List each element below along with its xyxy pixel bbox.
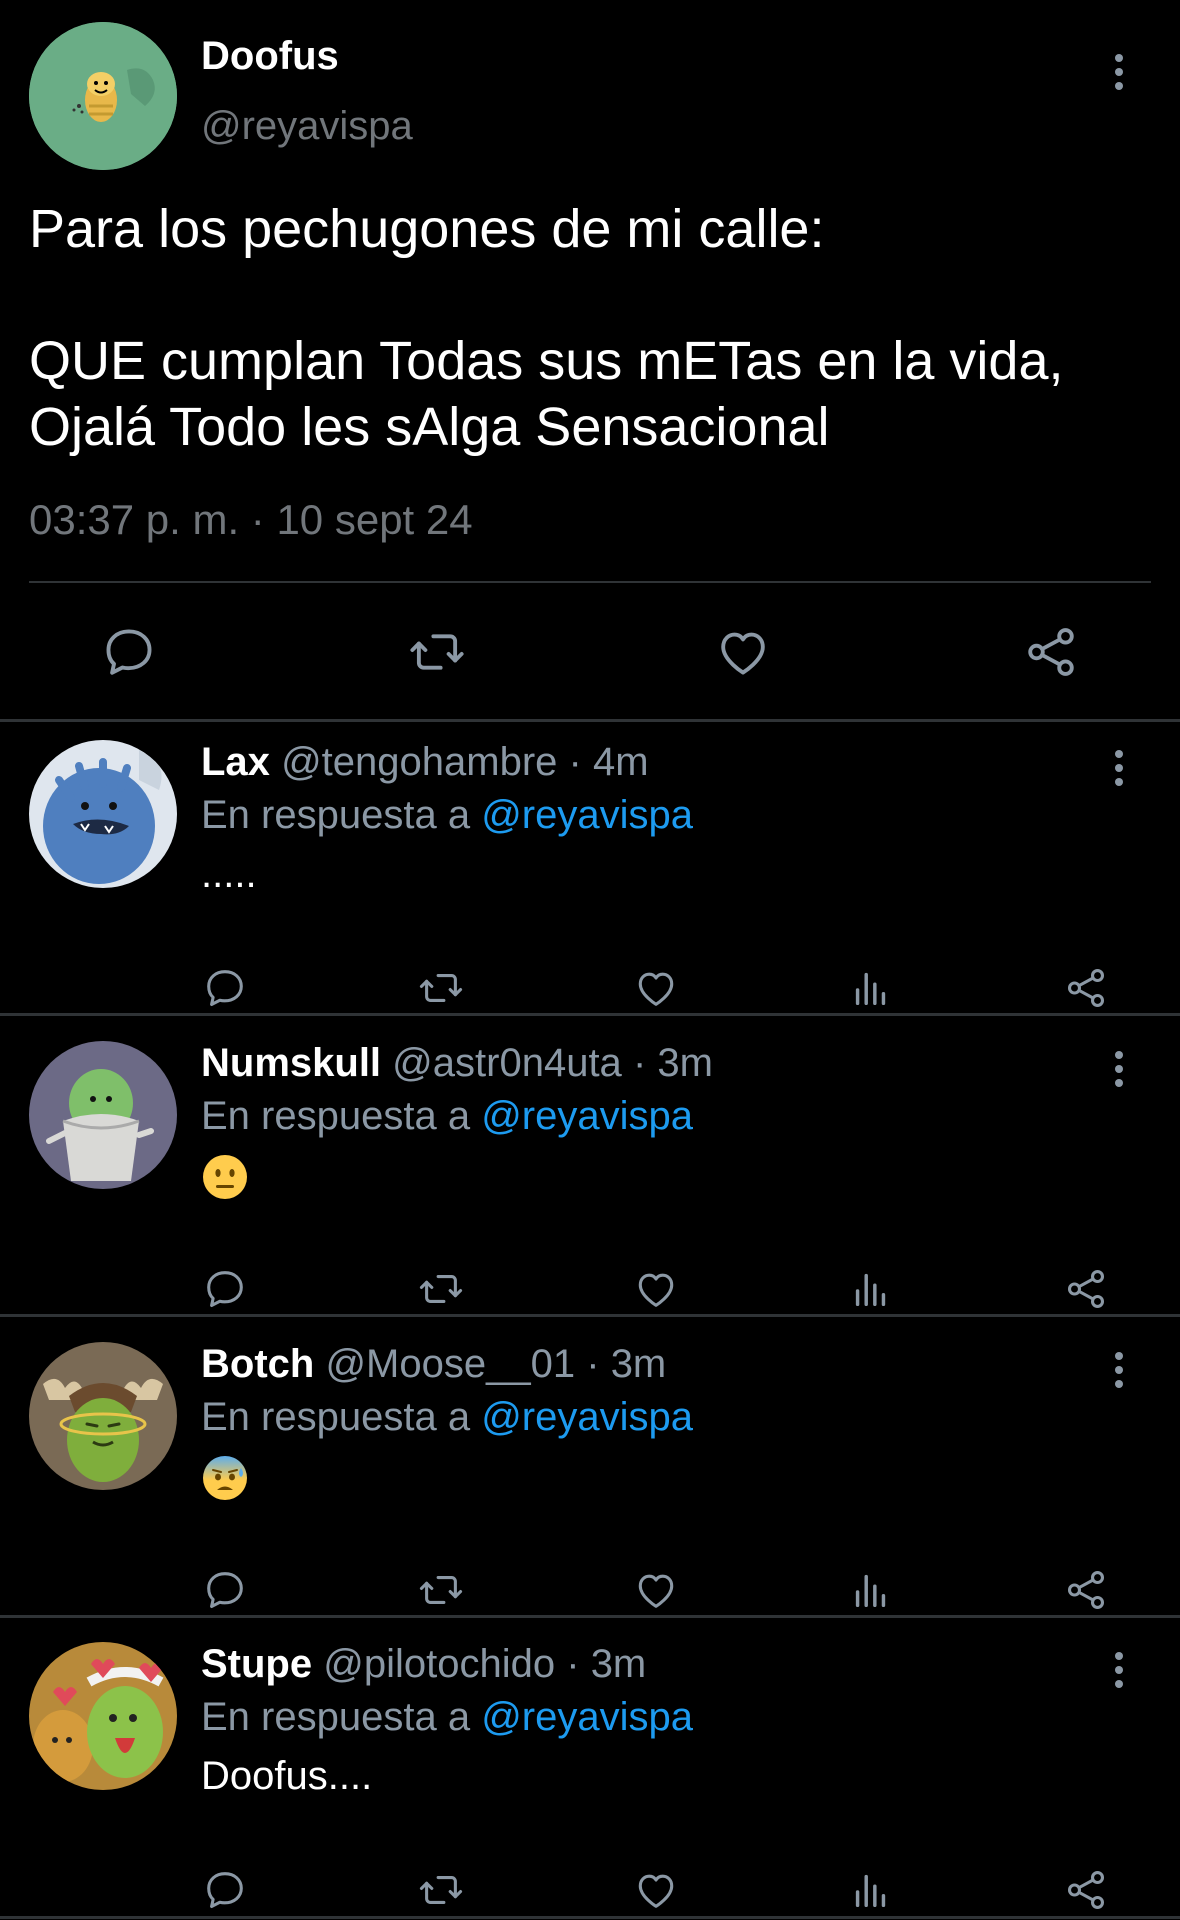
reply-context: En respuesta a @reyavispa: [201, 1094, 693, 1139]
reply-mention-link[interactable]: @reyavispa: [481, 1395, 693, 1439]
avatar-illustration-icon: [29, 1041, 177, 1189]
reply-prefix: En respuesta a: [201, 1695, 471, 1739]
more-options-icon[interactable]: [1107, 1646, 1131, 1694]
separator: [0, 1314, 1180, 1317]
anxious-face-with-sweat-icon: [203, 1456, 247, 1501]
share-icon[interactable]: [1011, 612, 1091, 692]
tweet-action-bar: [0, 612, 1180, 692]
reply-avatar[interactable]: [29, 1642, 177, 1790]
reply-text: Doofus....: [201, 1754, 373, 1798]
separator-dot: ·: [568, 740, 582, 784]
reply-time[interactable]: 3m: [657, 1041, 713, 1085]
tweet-timestamp[interactable]: 03:37 p. m. · 10 sept 24: [29, 496, 473, 544]
reply-emoji: [201, 1454, 249, 1502]
separator: [0, 1916, 1180, 1919]
reply-action-bar: [0, 1862, 1180, 1918]
reply-mention-link[interactable]: @reyavispa: [481, 1094, 693, 1138]
like-icon[interactable]: [703, 612, 783, 692]
reply-context: En respuesta a @reyavispa: [201, 1695, 693, 1740]
reply-icon[interactable]: [197, 1261, 253, 1317]
reply-avatar[interactable]: [29, 1041, 177, 1189]
reply-time[interactable]: 4m: [593, 740, 649, 784]
reply-text: .....: [201, 852, 257, 896]
reply-author-name[interactable]: Botch: [201, 1342, 314, 1386]
reply-tweet[interactable]: Numskull @astr0n4uta · 3m En respuesta a…: [0, 1023, 1180, 1321]
separator: [0, 1615, 1180, 1618]
separator: [0, 1013, 1180, 1016]
reply-time[interactable]: 3m: [611, 1342, 667, 1386]
reply-icon[interactable]: [197, 1862, 253, 1918]
neutral-face-icon: [203, 1155, 247, 1200]
share-icon[interactable]: [1058, 1862, 1114, 1918]
retweet-icon[interactable]: [413, 1562, 469, 1618]
tweet-text: Para los pechugones de mi calle: QUE cum…: [29, 196, 1149, 460]
views-icon[interactable]: [843, 1562, 899, 1618]
separator-dot: ·: [632, 1041, 647, 1085]
like-icon[interactable]: [628, 1562, 684, 1618]
reply-context: En respuesta a @reyavispa: [201, 1395, 693, 1440]
reply-mention-link[interactable]: @reyavispa: [481, 793, 693, 837]
reply-prefix: En respuesta a: [201, 1395, 471, 1439]
separator-dot: ·: [566, 1642, 580, 1686]
reply-author-name[interactable]: Lax: [201, 740, 270, 784]
reply-avatar[interactable]: [29, 1342, 177, 1490]
reply-context: En respuesta a @reyavispa: [201, 793, 693, 838]
reply-header: Lax @tengohambre · 4m: [201, 740, 649, 785]
author-name[interactable]: Doofus: [201, 34, 339, 79]
reply-prefix: En respuesta a: [201, 793, 471, 837]
more-options-icon[interactable]: [1107, 1346, 1131, 1394]
views-icon[interactable]: [843, 1862, 899, 1918]
reply-header: Botch @Moose__01 · 3m: [201, 1342, 666, 1387]
reply-action-bar: [0, 960, 1180, 1016]
like-icon[interactable]: [628, 1862, 684, 1918]
tweet-text-line: QUE cumplan Todas sus mETas en la vida, …: [29, 331, 1064, 457]
reply-prefix: En respuesta a: [201, 1094, 471, 1138]
reply-tweet[interactable]: Botch @Moose__01 · 3m En respuesta a @re…: [0, 1324, 1180, 1622]
more-options-icon[interactable]: [1107, 744, 1131, 792]
avatar-illustration-icon: [29, 1342, 177, 1490]
reply-time[interactable]: 3m: [591, 1642, 647, 1686]
reply-mention-link[interactable]: @reyavispa: [481, 1695, 693, 1739]
reply-action-bar: [0, 1562, 1180, 1618]
reply-avatar[interactable]: [29, 740, 177, 888]
divider: [29, 581, 1151, 583]
reply-emoji: [201, 1153, 249, 1201]
views-icon[interactable]: [843, 1261, 899, 1317]
reply-author-handle[interactable]: @astr0n4uta: [392, 1041, 622, 1085]
separator-dot: ·: [586, 1342, 600, 1386]
reply-header: Numskull @astr0n4uta · 3m: [201, 1041, 713, 1086]
reply-tweet[interactable]: Stupe @pilotochido · 3m En respuesta a @…: [0, 1624, 1180, 1920]
share-icon[interactable]: [1058, 1261, 1114, 1317]
reply-icon[interactable]: [197, 1562, 253, 1618]
like-icon[interactable]: [628, 1261, 684, 1317]
avatar-illustration-icon: [29, 1642, 177, 1790]
like-icon[interactable]: [628, 960, 684, 1016]
author-handle[interactable]: @reyavispa: [201, 104, 413, 149]
reply-author-name[interactable]: Numskull: [201, 1041, 381, 1085]
share-icon[interactable]: [1058, 960, 1114, 1016]
retweet-icon[interactable]: [413, 1862, 469, 1918]
reply-author-handle[interactable]: @Moose__01: [325, 1342, 575, 1386]
retweet-icon[interactable]: [413, 960, 469, 1016]
reply-author-handle[interactable]: @tengohambre: [281, 740, 557, 784]
more-options-icon[interactable]: [1107, 48, 1131, 96]
tweet-text-line: Para los pechugones de mi calle:: [29, 199, 825, 259]
reply-author-handle[interactable]: @pilotochido: [323, 1642, 555, 1686]
avatar-illustration-icon: [29, 740, 177, 888]
reply-action-bar: [0, 1261, 1180, 1317]
views-icon[interactable]: [843, 960, 899, 1016]
reply-tweet[interactable]: Lax @tengohambre · 4m En respuesta a @re…: [0, 722, 1180, 1020]
retweet-icon[interactable]: [397, 612, 477, 692]
retweet-icon[interactable]: [413, 1261, 469, 1317]
reply-icon[interactable]: [89, 612, 169, 692]
share-icon[interactable]: [1058, 1562, 1114, 1618]
reply-icon[interactable]: [197, 960, 253, 1016]
main-tweet: Doofus @reyavispa Para los pechugones de…: [0, 0, 1180, 719]
reply-author-name[interactable]: Stupe: [201, 1642, 312, 1686]
reply-header: Stupe @pilotochido · 3m: [201, 1642, 646, 1687]
more-options-icon[interactable]: [1107, 1045, 1131, 1093]
main-avatar[interactable]: [29, 22, 177, 170]
avatar-illustration-icon: [29, 22, 177, 170]
